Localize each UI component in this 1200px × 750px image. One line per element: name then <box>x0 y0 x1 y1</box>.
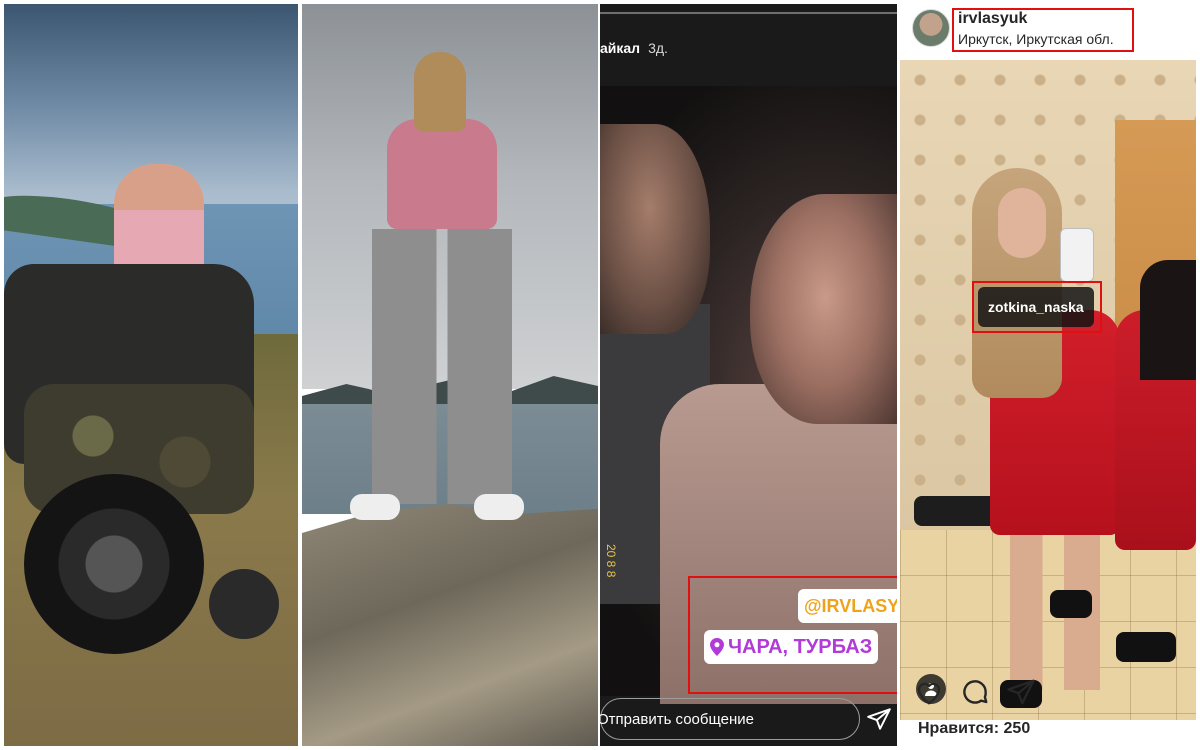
avatar[interactable] <box>912 9 950 47</box>
woman-legs <box>372 229 512 504</box>
post-header: irvlasyuk Иркутск, Иркутская обл. <box>900 4 1196 56</box>
face-left <box>600 124 710 334</box>
mention-sticker[interactable]: @IRVLASYU <box>798 589 897 623</box>
user-tag[interactable]: zotkina_naska <box>978 287 1094 327</box>
sneaker-right <box>474 494 524 520</box>
location-sticker[interactable]: ЧАРА, ТУРБАЗ <box>704 630 879 664</box>
send-icon[interactable] <box>1006 677 1036 707</box>
woman-head <box>414 52 466 132</box>
story-timestamp: 3д. <box>648 40 668 56</box>
date-sticker: 20 8 8 <box>604 544 618 578</box>
woman-top <box>387 119 497 229</box>
instagram-post: irvlasyuk Иркутск, Иркутская обл. zotkin… <box>900 4 1196 746</box>
photo-rock <box>302 4 598 746</box>
photo-collage: айкал 3д. 20 8 8 @IRVLASYU ЧАРА, ТУРБАЗ … <box>0 0 1200 750</box>
like-count[interactable]: Нравится: 250 <box>918 720 1030 738</box>
story-header: айкал 3д. <box>600 36 668 60</box>
face-right <box>750 194 897 424</box>
phone <box>1060 228 1094 282</box>
helmet <box>209 569 279 639</box>
woman-face <box>998 188 1046 258</box>
post-photo[interactable]: zotkina_naska <box>900 60 1196 720</box>
sneaker-left <box>350 494 400 520</box>
post-location[interactable]: Иркутск, Иркутская обл. <box>958 31 1114 47</box>
rock <box>302 504 598 746</box>
story-screenshot: айкал 3д. 20 8 8 @IRVLASYU ЧАРА, ТУРБАЗ … <box>600 4 897 746</box>
location-pin-icon <box>710 638 724 656</box>
black-lace-top <box>1140 260 1196 380</box>
story-progress-bar <box>600 12 897 14</box>
comment-icon[interactable] <box>960 677 990 707</box>
heart-icon[interactable] <box>914 677 944 707</box>
photo-atv <box>4 4 298 746</box>
story-username[interactable]: айкал <box>600 40 640 56</box>
heel-right <box>1050 590 1092 618</box>
send-icon[interactable] <box>866 706 892 732</box>
atv-wheel <box>24 474 204 654</box>
post-username[interactable]: irvlasyuk <box>958 10 1027 28</box>
reply-input[interactable]: Отправить сообщение <box>600 698 860 740</box>
reply-placeholder: Отправить сообщение <box>600 710 755 728</box>
heel-second <box>1116 632 1176 662</box>
location-sticker-label: ЧАРА, ТУРБАЗ <box>728 635 873 658</box>
post-actions <box>914 676 1036 708</box>
